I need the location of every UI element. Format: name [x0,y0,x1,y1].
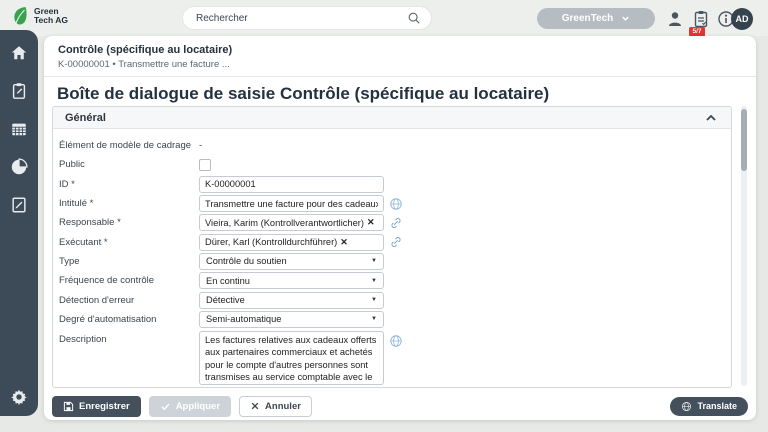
id-value: K-00000001 [205,179,256,189]
description-label: Description [59,331,199,345]
automation-select[interactable]: Semi-automatique ▼ [199,311,384,328]
general-panel-body: Élément de modèle de cadrage - Public ID… [53,129,731,350]
avatar[interactable]: AD [731,8,753,30]
apply-label: Appliquer [176,401,220,412]
general-panel-header[interactable]: Général [53,107,731,129]
remove-executor-icon[interactable]: ✕ [340,237,348,248]
general-panel-title: Général [65,112,703,124]
chevron-up-icon[interactable] [703,110,719,126]
tenant-label: GreenTech [562,13,614,24]
frequency-label: Fréquence de contrôle [59,275,199,286]
executor-input[interactable]: Dürer, Karl (Kontrolldurchführer) ✕ [199,234,384,251]
caret-down-icon: ▼ [371,297,377,303]
title-value: Transmettre une facture pour des cadeaux… [205,199,378,209]
breadcrumb-subtitle: K-00000001 • Transmettre une facture ... [58,59,230,70]
responsible-label: Responsable * [59,217,199,228]
field-row-frequency: Fréquence de contrôle En continu ▼ [59,271,731,290]
public-label: Public [59,159,199,170]
search-placeholder: Rechercher [196,13,407,24]
logo-text: Green Tech AG [34,7,68,25]
pie-chart-icon[interactable] [10,158,28,176]
id-label: ID * [59,179,199,190]
id-input[interactable]: K-00000001 [199,176,384,193]
description-textarea[interactable]: Les factures relatives aux cadeaux offer… [199,331,384,385]
framework-value: - [199,140,202,151]
user-icon[interactable] [666,10,684,28]
translate-label: Translate [697,401,737,411]
main-card: Contrôle (spécifique au locataire) K-000… [44,36,756,420]
check-icon [160,401,171,412]
caret-down-icon: ▼ [371,278,377,284]
cancel-label: Annuler [265,401,301,412]
audit-clipboard-icon[interactable] [10,82,28,100]
scrollbar-track[interactable] [741,106,747,386]
translate-globe-icon[interactable] [389,334,403,348]
home-icon[interactable] [10,44,28,62]
apply-button[interactable]: Appliquer [149,396,231,417]
type-value: Contrôle du soutien [206,256,371,266]
cancel-button[interactable]: Annuler [239,396,312,417]
automation-label: Degré d'automatisation [59,314,199,325]
field-row-title: Intitulé * Transmettre une facture pour … [59,194,731,213]
search-input[interactable]: Rechercher [183,7,431,29]
responsible-input[interactable]: Vieira, Karim (Kontrollverantwortlicher)… [199,214,384,231]
breadcrumb-title: Contrôle (spécifique au locataire) [58,44,232,56]
remove-responsible-icon[interactable]: ✕ [367,217,375,228]
frequency-select[interactable]: En continu ▼ [199,272,384,289]
save-label: Enregistrer [79,401,130,412]
search-icon[interactable] [407,11,421,25]
frequency-value: En continu [206,276,371,286]
title-label: Intitulé * [59,198,199,209]
tasks-clipboard-icon[interactable] [692,10,710,28]
leaf-icon [10,5,30,27]
type-select[interactable]: Contrôle du soutien ▼ [199,253,384,270]
top-header: Green Tech AG Rechercher GreenTech 5/7 A… [0,0,768,36]
tenant-dropdown[interactable]: GreenTech [537,8,655,29]
globe-icon [681,401,692,412]
page-title: Boîte de dialogue de saisie Contrôle (sp… [57,84,549,104]
field-row-detection: Détection d'erreur Détective ▼ [59,290,731,309]
link-icon[interactable] [389,216,403,230]
calendar-icon[interactable] [10,120,28,138]
save-disk-icon [63,401,74,412]
field-row-responsible: Responsable * Vieira, Karim (Kontrollver… [59,213,731,232]
framework-label: Élément de modèle de cadrage [59,140,199,151]
app-logo[interactable]: Green Tech AG [10,5,68,27]
gear-icon[interactable] [10,388,28,406]
logo-line2: Tech AG [34,16,68,25]
field-row-automation: Degré d'automatisation Semi-automatique … [59,310,731,329]
detection-select[interactable]: Détective ▼ [199,292,384,309]
translate-button[interactable]: Translate [670,397,748,416]
caret-down-icon: ▼ [371,316,377,322]
document-edit-icon[interactable] [10,196,28,214]
translate-globe-icon[interactable] [389,197,403,211]
detection-label: Détection d'erreur [59,295,199,306]
save-button[interactable]: Enregistrer [52,396,141,417]
responsible-value: Vieira, Karim (Kontrollverantwortlicher) [205,218,364,228]
chevron-down-icon [621,14,630,23]
field-row-executor: Exécutant * Dürer, Karl (Kontrolldurchfü… [59,232,731,251]
field-row-framework: Élément de modèle de cadrage - [59,136,731,155]
field-row-public: Public [59,155,731,174]
field-row-id: ID * K-00000001 [59,175,731,194]
detection-value: Détective [206,295,371,305]
nav-sidebar [0,30,38,416]
type-label: Type [59,256,199,267]
executor-value: Dürer, Karl (Kontrolldurchführer) [205,237,337,247]
automation-value: Semi-automatique [206,314,371,324]
general-panel: Général Élément de modèle de cadrage - P… [52,106,732,388]
field-row-type: Type Contrôle du soutien ▼ [59,252,731,271]
executor-label: Exécutant * [59,237,199,248]
close-icon [250,401,260,411]
scrollbar-thumb[interactable] [741,109,747,171]
caret-down-icon: ▼ [371,258,377,264]
field-row-description: Description Les factures relatives aux c… [59,331,731,350]
divider [44,76,756,77]
link-icon[interactable] [389,235,403,249]
dialog-footer: Enregistrer Appliquer Annuler Translate [44,392,756,420]
public-checkbox[interactable] [199,159,211,171]
title-input[interactable]: Transmettre une facture pour des cadeaux… [199,195,384,212]
